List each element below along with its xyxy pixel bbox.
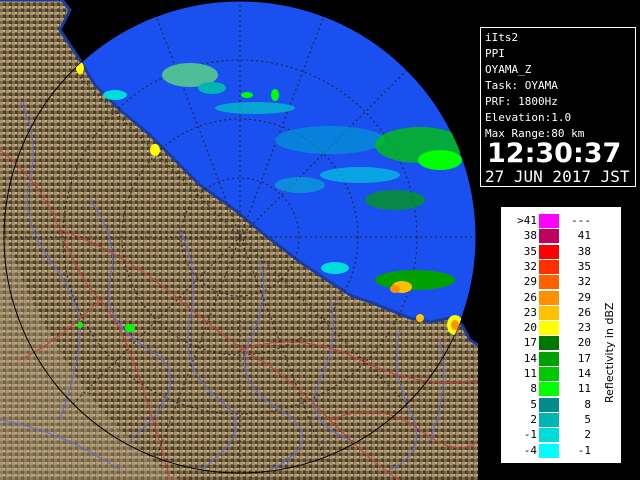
legend-low-value: >41 [517, 214, 537, 227]
legend-high-value: 17 [577, 351, 591, 365]
legend-color-swatch [539, 412, 559, 427]
legend-row: 25 [501, 412, 621, 427]
legend-low-value: 11 [523, 367, 537, 380]
legend-low-value: 35 [523, 244, 537, 258]
legend-color-swatch [539, 305, 559, 320]
prf-value: PRF: 1800Hz [485, 95, 558, 108]
elevation-value: Elevation:1.0 [485, 111, 572, 124]
legend-color-swatch [539, 336, 559, 351]
legend-low-value: 20 [523, 321, 537, 335]
scan-mode: PPI [485, 47, 505, 60]
radar-display: iIts2 PPI OYAMA_Z Task: OYAMA PRF: 1800H… [0, 0, 640, 480]
legend-color-swatch [539, 367, 559, 381]
legend-low-value: -4 [523, 443, 537, 457]
radar-ppi-map[interactable] [0, 0, 478, 480]
product-name: iIts2 [485, 31, 519, 44]
legend-high-value: 5 [584, 412, 591, 426]
legend-color-swatch [539, 382, 559, 397]
legend-color-swatch [539, 397, 559, 412]
legend-color-swatch [539, 443, 559, 458]
legend-row: -4 -1 [501, 443, 621, 458]
legend-high-value: -1 [577, 443, 591, 457]
scan-date: 27 JUN 2017 JST [485, 167, 630, 186]
scan-time: 12:30:37 [487, 138, 622, 169]
legend-low-value: 23 [523, 305, 537, 319]
legend-high-value: 35 [577, 259, 591, 273]
legend-high-value: 41 [577, 229, 591, 243]
legend-row: -1 2 [501, 427, 621, 443]
legend-high-value: 38 [577, 244, 591, 258]
legend-color-swatch [539, 290, 559, 305]
legend-low-value: 26 [523, 290, 537, 304]
legend-row: >41 --- [501, 213, 621, 228]
legend-color-swatch [539, 321, 559, 336]
legend-high-value: 14 [577, 367, 591, 380]
legend-high-value: 29 [577, 290, 591, 304]
legend-color-swatch [539, 244, 559, 259]
legend-low-value: 14 [523, 351, 537, 365]
legend-low-value: -1 [523, 428, 537, 442]
field-name: OYAMA_Z [485, 63, 532, 76]
legend-high-value: 23 [577, 321, 591, 335]
legend-low-value: 38 [523, 229, 537, 243]
legend-high-value: 26 [577, 305, 591, 319]
legend-low-value: 2 [530, 412, 537, 426]
legend-high-value: 32 [577, 275, 591, 289]
legend-color-swatch [539, 214, 559, 228]
legend-high-value: 11 [577, 382, 591, 396]
legend-row: 35 38 [501, 244, 621, 259]
scan-info-panel: iIts2 PPI OYAMA_Z Task: OYAMA PRF: 1800H… [480, 27, 636, 187]
legend-high-value: 8 [584, 397, 591, 411]
legend-title: Reflectivity in dBZ [603, 302, 616, 403]
legend-low-value: 17 [523, 336, 537, 350]
legend-row: 32 35 [501, 259, 621, 274]
legend-color-swatch [539, 351, 559, 366]
legend-low-value: 5 [530, 397, 537, 411]
legend-low-value: 8 [530, 382, 537, 396]
legend-high-value: 20 [577, 336, 591, 350]
legend-high-value: 2 [584, 428, 591, 442]
legend-high-value: --- [571, 214, 591, 227]
legend-color-swatch [539, 259, 559, 274]
legend-color-swatch [539, 428, 559, 443]
legend-low-value: 32 [523, 259, 537, 273]
legend-low-value: 29 [523, 275, 537, 289]
legend-row: 29 32 [501, 274, 621, 290]
task-name: Task: OYAMA [485, 79, 558, 92]
legend-color-swatch [539, 229, 559, 244]
legend-color-swatch [539, 275, 559, 290]
legend-row: 38 41 [501, 228, 621, 244]
